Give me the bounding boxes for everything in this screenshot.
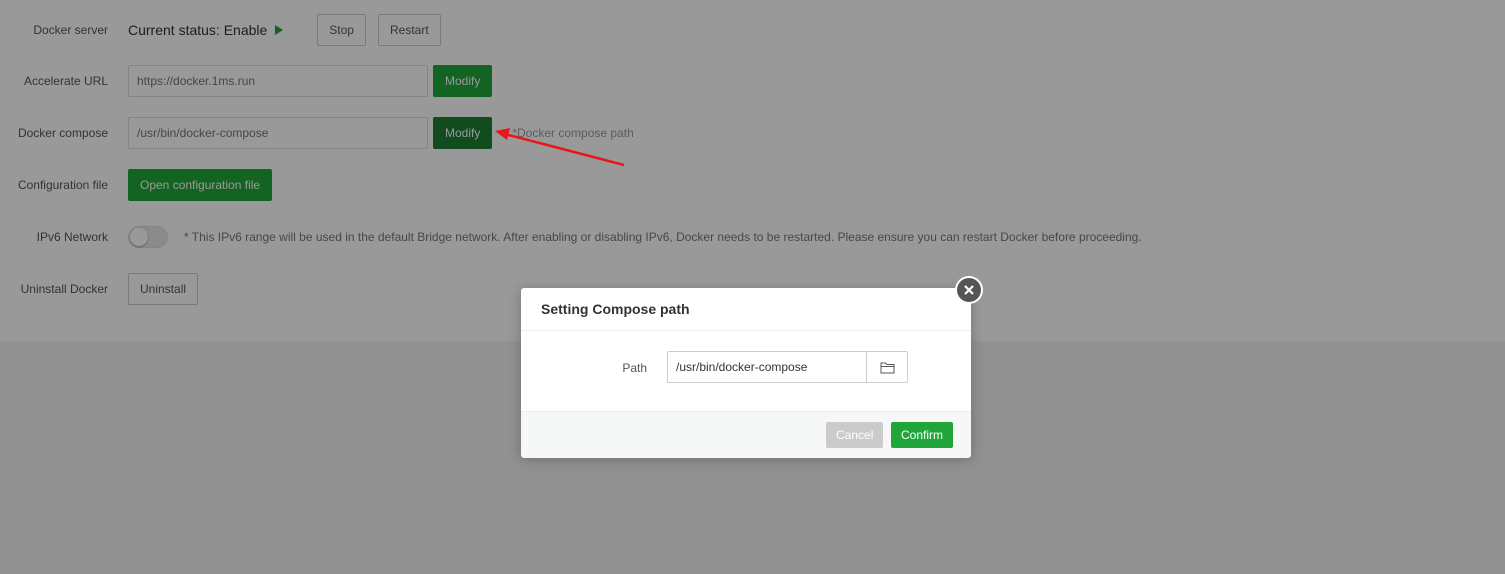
dialog-body: Path bbox=[521, 331, 971, 411]
compose-path-dialog: Setting Compose path Path Cancel Confirm bbox=[521, 288, 971, 458]
folder-icon bbox=[880, 362, 894, 373]
arrow-line bbox=[504, 132, 625, 167]
docker-settings-page: Docker server Current status: Enable Sto… bbox=[0, 0, 1505, 574]
dialog-close-button[interactable] bbox=[955, 276, 983, 304]
close-icon bbox=[957, 278, 981, 302]
cancel-button[interactable]: Cancel bbox=[826, 422, 884, 448]
path-label: Path bbox=[622, 361, 647, 375]
annotation-arrow bbox=[495, 128, 625, 167]
arrow-head bbox=[495, 128, 510, 140]
confirm-button[interactable]: Confirm bbox=[891, 422, 954, 448]
path-input-group bbox=[667, 351, 908, 383]
path-input[interactable] bbox=[667, 351, 866, 383]
dialog-title: Setting Compose path bbox=[521, 288, 971, 331]
dialog-footer: Cancel Confirm bbox=[521, 411, 971, 458]
folder-picker-button[interactable] bbox=[866, 351, 908, 383]
